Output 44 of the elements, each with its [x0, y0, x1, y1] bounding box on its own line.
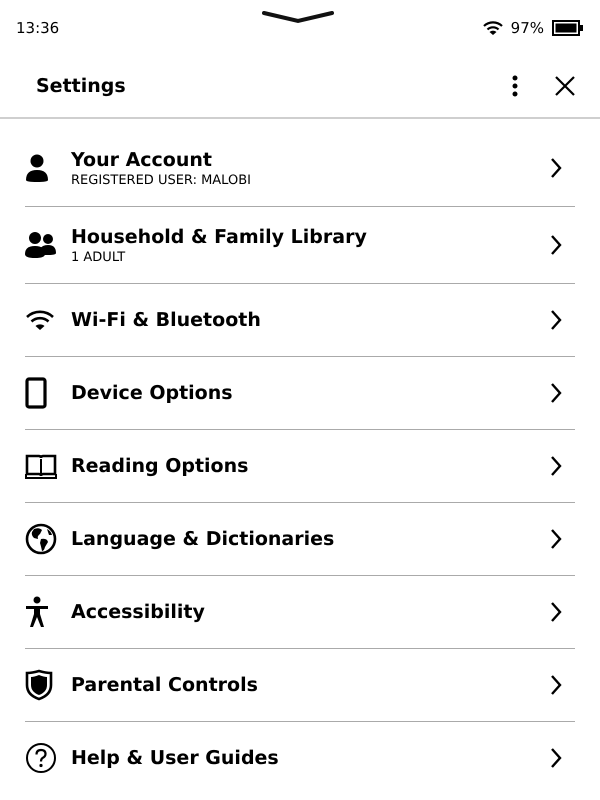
item-title: Wi-Fi & Bluetooth — [71, 309, 262, 331]
item-title: Accessibility — [71, 601, 206, 623]
wifi-icon — [482, 20, 503, 36]
item-title: Language & Dictionaries — [71, 528, 336, 550]
chevron-right-icon — [550, 382, 562, 404]
chevron-right-icon — [550, 157, 562, 179]
settings-item[interactable]: Reading Options — [25, 430, 575, 503]
settings-item[interactable]: Wi-Fi & Bluetooth — [25, 284, 575, 357]
chevron-right-icon — [550, 234, 562, 256]
wifi-icon — [25, 309, 55, 331]
item-subtitle: REGISTERED USER: MALOBI — [71, 172, 252, 188]
chevron-right-icon — [550, 601, 562, 623]
chevron-right-icon — [550, 747, 562, 769]
item-subtitle: 1 ADULT — [71, 250, 126, 264]
settings-item[interactable]: Help & User Guides — [25, 722, 575, 794]
battery-percentage: 97% — [510, 18, 544, 36]
book-icon — [25, 453, 57, 479]
item-title: Reading Options — [71, 455, 250, 477]
settings-item[interactable]: Your Account REGISTERED USER: MALOBI — [25, 130, 575, 207]
settings-item[interactable]: Language & Dictionaries — [25, 503, 575, 576]
item-title: Help & User Guides — [71, 747, 280, 769]
person-icon — [25, 153, 49, 183]
people-icon — [25, 231, 57, 259]
chevron-right-icon — [550, 528, 562, 550]
globe-icon — [25, 523, 57, 555]
page-title: Settings — [36, 75, 126, 97]
item-title: Household & Family Library — [71, 226, 368, 248]
settings-item[interactable]: Accessibility — [25, 576, 575, 649]
status-time: 13:36 — [16, 18, 60, 36]
settings-item[interactable]: Parental Controls — [25, 649, 575, 722]
accessibility-icon — [25, 596, 49, 628]
shield-icon — [25, 669, 53, 701]
help-icon — [25, 742, 57, 774]
item-title: Device Options — [71, 382, 234, 404]
chevron-right-icon — [550, 309, 562, 331]
settings-item[interactable]: Device Options — [25, 357, 575, 430]
pull-down-handle-icon[interactable] — [262, 10, 334, 24]
chevron-right-icon — [550, 455, 562, 477]
chevron-right-icon — [550, 674, 562, 696]
tablet-icon — [25, 377, 47, 409]
item-title: Your Account — [71, 148, 213, 170]
battery-icon — [552, 20, 584, 36]
settings-item[interactable]: Household & Family Library 1 ADULT — [25, 207, 575, 284]
item-title: Parental Controls — [71, 674, 259, 696]
